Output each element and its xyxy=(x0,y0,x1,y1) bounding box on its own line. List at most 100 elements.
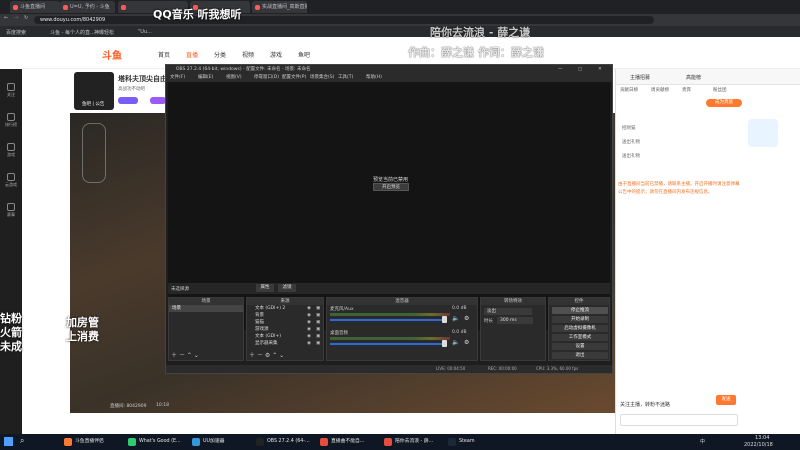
start-icon[interactable] xyxy=(4,437,13,446)
forward-icon[interactable]: → xyxy=(14,15,18,21)
maximize-icon[interactable]: □ xyxy=(578,65,582,74)
obs-menu-item[interactable]: 视图(V) xyxy=(226,74,242,82)
add-scene-icon[interactable]: ＋ xyxy=(171,352,177,359)
address-bar[interactable]: ← → ↻ www.douyu.com/8042909 xyxy=(0,14,800,26)
obs-menu-item[interactable]: 帮助(H) xyxy=(366,74,382,82)
visibility-icon[interactable]: ◉ xyxy=(307,312,311,319)
site-nav-item[interactable]: 视频 xyxy=(242,50,254,59)
obs-control-button[interactable]: 工作室模式 xyxy=(552,334,608,341)
source-settings-icon[interactable]: ⚙ xyxy=(265,352,270,359)
left-nav-item[interactable]: 关注 xyxy=(0,83,22,98)
obs-menu-item[interactable]: 场景集合(S) xyxy=(310,74,334,82)
lock-icon[interactable]: ▣ xyxy=(316,340,320,347)
filters-button[interactable]: 滤镜 xyxy=(278,284,296,292)
bookmark[interactable]: 百度搜索 xyxy=(6,29,26,36)
channel-settings-icon[interactable]: ⚙ xyxy=(464,315,469,322)
send-button[interactable]: 发送 xyxy=(716,395,736,405)
left-nav-item[interactable]: 游戏 xyxy=(0,143,22,158)
visibility-icon[interactable]: ◉ xyxy=(307,326,311,333)
properties-button[interactable]: 属性 xyxy=(256,284,274,292)
remove-scene-icon[interactable]: － xyxy=(179,352,185,359)
tab-anchor-recruit[interactable]: 主播招募 xyxy=(630,74,650,81)
bookmark[interactable]: 神曝轻松 xyxy=(94,29,114,36)
obs-window[interactable]: OBS 27.2.4 (64-bit, windows) - 配置文件: 未命名… xyxy=(165,64,613,374)
scene-item[interactable]: 场景 xyxy=(169,305,243,312)
transition-select[interactable]: 淡出 xyxy=(484,308,532,315)
browser-tab[interactable]: 实战直播间_高斯直播 xyxy=(252,1,307,13)
rank-tab[interactable]: 周贡献榜 xyxy=(651,87,669,93)
lock-icon[interactable]: ▣ xyxy=(316,326,320,333)
source-up-icon[interactable]: ⌃ xyxy=(272,352,277,359)
visibility-icon[interactable]: ◉ xyxy=(307,319,311,326)
move-down-icon[interactable]: ⌄ xyxy=(194,352,199,359)
source-item[interactable]: 猫猫 ◉ ▣ xyxy=(247,319,323,326)
site-nav-item[interactable]: 首页 xyxy=(158,50,170,59)
move-up-icon[interactable]: ⌃ xyxy=(187,352,192,359)
source-item[interactable]: 游戏源 ◉ ▣ xyxy=(247,326,323,333)
obs-menu-item[interactable]: 配置文件(P) xyxy=(282,74,306,82)
become-noble-button[interactable]: 成为贵族 xyxy=(706,99,742,107)
rank-tab[interactable]: 贡献日榜 xyxy=(620,87,638,93)
obs-control-button[interactable]: 启动虚拟摄像机 xyxy=(552,325,608,332)
visibility-icon[interactable]: ◉ xyxy=(307,305,311,312)
left-nav-item[interactable]: 排行榜 xyxy=(0,113,22,128)
chat-input[interactable] xyxy=(620,414,738,426)
reload-icon[interactable]: ↻ xyxy=(24,15,28,21)
add-source-icon[interactable]: ＋ xyxy=(249,352,255,359)
obs-menu-item[interactable]: 工具(T) xyxy=(338,74,353,82)
bookmark[interactable]: 斗鱼 - 每个人的直... xyxy=(50,29,95,36)
site-nav-item[interactable]: 游戏 xyxy=(270,50,282,59)
taskbar-app[interactable]: 陪你去流浪 - 薛... xyxy=(382,436,444,448)
remove-source-icon[interactable]: － xyxy=(257,352,263,359)
source-item[interactable]: 文本 (GDI+) ◉ ▣ xyxy=(247,333,323,340)
taskbar-app[interactable]: 直播曲不能自... xyxy=(318,436,380,448)
promo-badge[interactable] xyxy=(748,119,778,147)
minimize-icon[interactable]: — xyxy=(558,65,563,74)
source-down-icon[interactable]: ⌄ xyxy=(279,352,284,359)
source-item[interactable]: 显示器采集 ◉ ▣ xyxy=(247,340,323,347)
obs-control-button[interactable]: 设置 xyxy=(552,343,608,350)
site-nav-item[interactable]: 分类 xyxy=(214,50,226,59)
speaker-icon[interactable]: 🔈 xyxy=(452,315,459,322)
ime-indicator[interactable]: 中 xyxy=(700,438,705,445)
taskbar-app[interactable]: 斗鱼直播伴侣 xyxy=(62,436,124,448)
site-nav-item[interactable]: 直播 xyxy=(186,50,198,59)
obs-control-button[interactable]: 退出 xyxy=(552,352,608,359)
lock-icon[interactable]: ▣ xyxy=(316,312,320,319)
obs-title-bar[interactable]: OBS 27.2.4 (64-bit, windows) - 配置文件: 未命名… xyxy=(166,65,612,74)
search-icon[interactable]: ⌕ xyxy=(20,436,24,446)
close-icon[interactable]: ✕ xyxy=(598,65,602,74)
obs-menu-item[interactable]: 停靠窗口(D) xyxy=(254,74,279,82)
enable-preview-button[interactable]: 开启预览 xyxy=(373,183,409,191)
source-item[interactable]: 背景 ◉ ▣ xyxy=(247,312,323,319)
clock-time[interactable]: 13:04 xyxy=(755,435,769,441)
channel-settings-icon[interactable]: ⚙ xyxy=(464,339,469,346)
volume-slider-handle[interactable] xyxy=(442,316,447,323)
taskbar-app[interactable]: Steam xyxy=(446,436,508,448)
left-nav-item[interactable]: 云游戏 xyxy=(0,173,22,188)
taskbar-app[interactable]: UU加速器 xyxy=(190,436,252,448)
visibility-icon[interactable]: ◉ xyxy=(307,340,311,347)
tab-high-energy[interactable]: 高能榜 xyxy=(686,74,701,81)
fans-label[interactable]: 鱼吧 | 公告 xyxy=(82,101,104,107)
taskbar-app[interactable]: OBS 27.2.4 (64-... xyxy=(254,436,316,448)
obs-menu-item[interactable]: 编辑(E) xyxy=(198,74,213,82)
taskbar-app[interactable]: What's Good (E... xyxy=(126,436,188,448)
follow-badge[interactable] xyxy=(118,97,138,104)
clock-date[interactable]: 2022/10/18 xyxy=(744,442,773,448)
lock-icon[interactable]: ▣ xyxy=(316,319,320,326)
lock-icon[interactable]: ▣ xyxy=(316,333,320,340)
bookmark[interactable]: "Uu... xyxy=(138,29,152,35)
rank-tab[interactable]: 粉丝团 xyxy=(713,87,727,93)
left-nav-item[interactable]: 赛事 xyxy=(0,203,22,218)
url-field[interactable]: www.douyu.com/8042909 xyxy=(34,16,654,24)
obs-control-button[interactable]: 开始录制 xyxy=(552,316,608,323)
volume-slider[interactable] xyxy=(330,319,444,321)
rank-tab[interactable]: 贵宾 xyxy=(682,87,691,93)
obs-control-button[interactable]: 停止推流 xyxy=(552,307,608,314)
visibility-icon[interactable]: ◉ xyxy=(307,333,311,340)
browser-tab[interactable]: 斗鱼直播间 xyxy=(10,1,60,13)
duration-field[interactable]: 300 ms xyxy=(497,317,533,324)
back-icon[interactable]: ← xyxy=(4,15,8,21)
site-nav-item[interactable]: 鱼吧 xyxy=(298,50,310,59)
